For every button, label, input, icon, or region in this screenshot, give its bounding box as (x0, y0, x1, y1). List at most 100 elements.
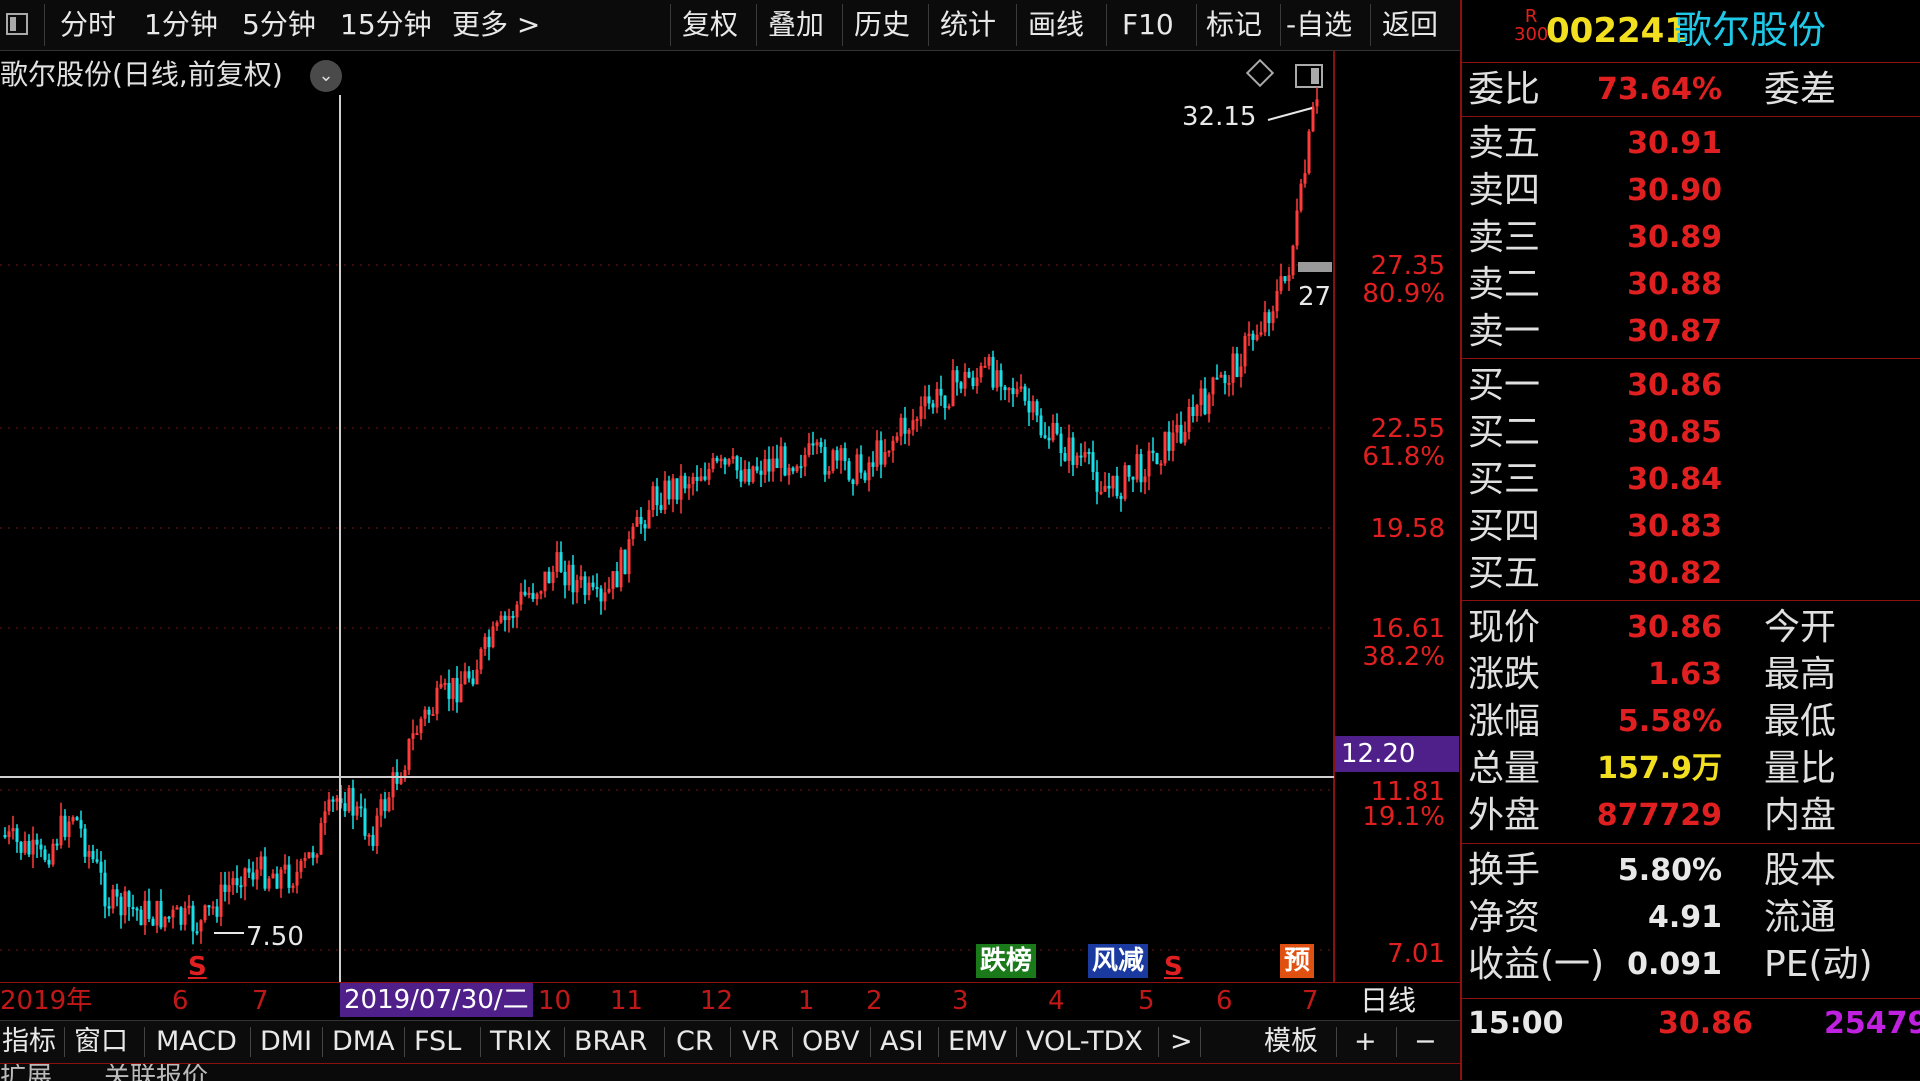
candle-body (771, 458, 775, 472)
indicator-more-chevron-icon[interactable]: > (1170, 1021, 1193, 1063)
indicator-bar: 指标 窗口 MACD DMI DMA FSL TRIX BRAR CR VR O… (0, 1020, 1460, 1063)
candle-body (1063, 453, 1067, 461)
indicator-dma[interactable]: DMA (332, 1021, 395, 1063)
weibi-label: 委比 (1468, 69, 1541, 110)
order-price: 30.86 (1627, 368, 1722, 403)
stat-label: 涨跌 (1468, 654, 1541, 695)
candle-body (599, 588, 603, 602)
candlestick-chart[interactable] (0, 0, 1460, 982)
indicator-cr[interactable]: CR (676, 1021, 714, 1063)
indicator-vr[interactable]: VR (742, 1021, 779, 1063)
stat-row: 总量 157.9万 量比 (1462, 745, 1920, 792)
add-window-button[interactable]: + (1354, 1021, 1377, 1063)
badge-loser-list[interactable]: 跌榜 (976, 944, 1037, 978)
candle-body (435, 687, 439, 714)
candle-body (923, 396, 927, 407)
fib-pct-label: 38.2% (1362, 642, 1445, 672)
candle-body (1227, 382, 1231, 385)
order-price: 30.85 (1627, 415, 1722, 450)
candle-body (1087, 452, 1091, 455)
date-tick: 2 (866, 986, 883, 1016)
indicator-menu-button[interactable]: 指标 (2, 1021, 56, 1063)
candle-body (351, 787, 355, 816)
indicator-divider (938, 1027, 939, 1057)
candle-body (471, 678, 475, 685)
remove-window-button[interactable]: − (1414, 1021, 1437, 1063)
indicator-trix[interactable]: TRIX (490, 1021, 552, 1063)
order-row-buy5[interactable]: 买五 30.82 (1462, 550, 1920, 597)
candle-body (3, 835, 7, 838)
indicator-emv[interactable]: EMV (948, 1021, 1007, 1063)
candle-body (323, 811, 327, 824)
candle-body (531, 592, 535, 600)
candle-body (627, 539, 631, 575)
stat-label: 内盘 (1764, 795, 1837, 836)
indicator-dmi[interactable]: DMI (260, 1021, 312, 1063)
candle-body (7, 831, 11, 838)
candle-body (299, 860, 303, 872)
candle-body (1199, 388, 1203, 406)
order-row-sell4[interactable]: 卖四 30.90 (1462, 167, 1920, 214)
candle-body (1095, 472, 1099, 492)
indicator-fsl[interactable]: FSL (414, 1021, 461, 1063)
indicator-divider (480, 1027, 481, 1057)
badge-holding-reduce[interactable]: 风减 (1088, 944, 1149, 978)
candle-body (283, 864, 287, 870)
candle-body (239, 885, 243, 888)
candle-body (127, 891, 131, 907)
indicator-asi[interactable]: ASI (880, 1021, 924, 1063)
indicator-divider (404, 1027, 405, 1057)
candle-body (379, 799, 383, 816)
indicator-vol-tdx[interactable]: VOL-TDX (1026, 1021, 1143, 1063)
candle-body (83, 828, 87, 857)
order-row-buy2[interactable]: 买二 30.85 (1462, 409, 1920, 456)
stat-value: 1.63 (1647, 657, 1722, 692)
indicator-macd[interactable]: MACD (156, 1021, 237, 1063)
candle-body (247, 868, 251, 873)
candle-body (331, 799, 335, 802)
order-row-sell2[interactable]: 卖二 30.88 (1462, 261, 1920, 308)
s-marker[interactable]: S (188, 952, 207, 982)
candle-body (1215, 377, 1219, 380)
stat-label: 量比 (1764, 748, 1837, 789)
candle-body (63, 815, 67, 838)
candle-body (1023, 386, 1027, 401)
candle-body (499, 615, 503, 623)
candle-body (1155, 453, 1159, 465)
candle-body (807, 443, 811, 456)
candle-body (507, 615, 511, 621)
panel-divider (1462, 843, 1920, 844)
order-row-buy1[interactable]: 买一 30.86 (1462, 362, 1920, 409)
candle-body (107, 906, 111, 909)
order-row-sell1[interactable]: 卖一 30.87 (1462, 308, 1920, 355)
period-label[interactable]: 日线 (1360, 984, 1416, 1018)
candle-body (1247, 333, 1251, 336)
date-tick: 11 (610, 986, 644, 1016)
candle-body (967, 371, 971, 378)
candle-body (647, 510, 651, 529)
tab-related-quotes[interactable]: 关联报价 (104, 1064, 208, 1081)
indicator-obv[interactable]: OBV (802, 1021, 859, 1063)
candle-body (747, 469, 751, 482)
candle-body (643, 524, 647, 529)
order-row-buy4[interactable]: 买四 30.83 (1462, 503, 1920, 550)
stat-row: 涨幅 5.58% 最低 (1462, 698, 1920, 745)
indicator-brar[interactable]: BRAR (574, 1021, 647, 1063)
window-menu-button[interactable]: 窗口 (74, 1021, 128, 1063)
candle-body (47, 859, 51, 865)
tab-extension[interactable]: 扩展 (0, 1064, 52, 1081)
candle-body (675, 478, 679, 500)
stock-name[interactable]: 歌尔股份 (1674, 8, 1826, 52)
order-row-sell3[interactable]: 卖三 30.89 (1462, 214, 1920, 261)
candle-body (87, 851, 91, 857)
tick-volume: 25479 (1824, 1006, 1920, 1041)
badge-forecast[interactable]: 预 (1280, 944, 1315, 978)
candle-body (1311, 106, 1315, 132)
candle-body (411, 733, 415, 739)
template-button[interactable]: 模板 (1264, 1021, 1318, 1063)
order-row-sell5[interactable]: 卖五 30.91 (1462, 120, 1920, 167)
order-row-buy3[interactable]: 买三 30.84 (1462, 456, 1920, 503)
candle-body (847, 461, 851, 480)
s-marker[interactable]: S (1164, 952, 1183, 982)
stat-label: 最高 (1764, 654, 1837, 695)
